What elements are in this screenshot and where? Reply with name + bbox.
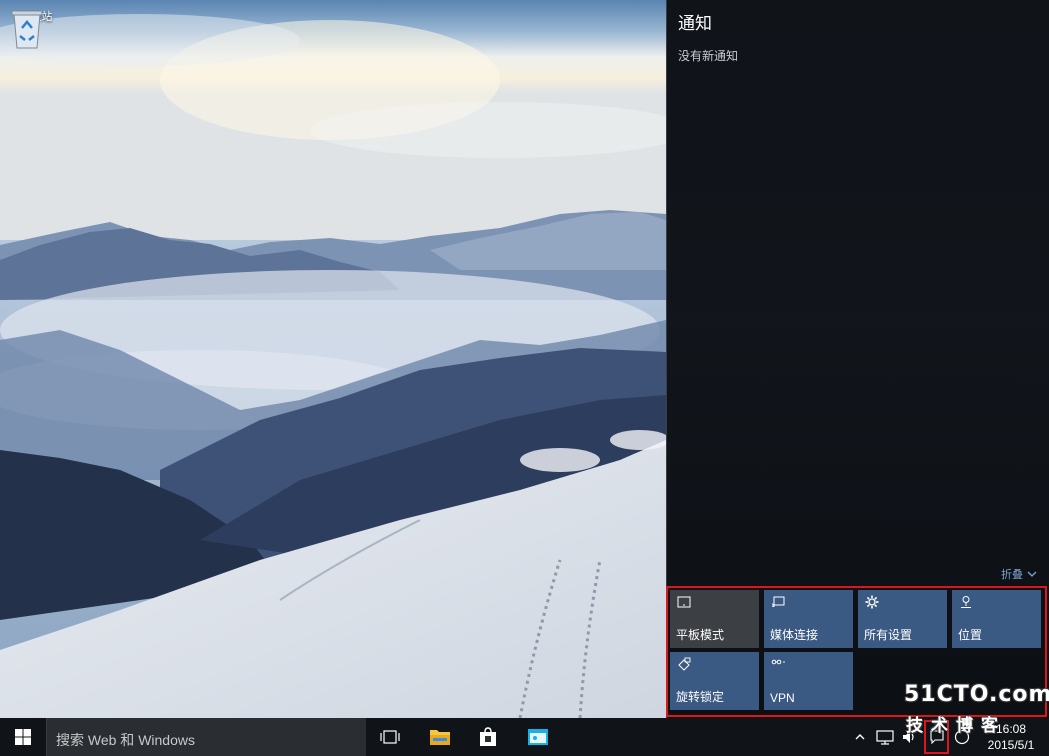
search-placeholder: 搜索 Web 和 Windows xyxy=(56,732,195,748)
mountain-landscape xyxy=(0,0,666,718)
chevron-up-icon xyxy=(855,734,865,740)
watermark-blog: 技术博客 xyxy=(906,716,1006,735)
network-icon xyxy=(876,730,894,745)
store-button[interactable] xyxy=(464,718,512,756)
store-bag-icon xyxy=(480,727,496,746)
windows-logo-icon xyxy=(15,729,31,745)
watermark-site: 51CTO.com xyxy=(904,682,1049,707)
folder-icon xyxy=(430,730,450,745)
search-box[interactable]: 搜索 Web 和 Windows xyxy=(46,718,366,756)
collapse-label: 折叠 xyxy=(1001,569,1023,581)
task-view-button[interactable] xyxy=(366,718,414,756)
no-notifications-message: 没有新通知 xyxy=(678,49,739,63)
action-center-title: 通知 xyxy=(678,14,712,33)
file-explorer-button[interactable] xyxy=(416,718,464,756)
app-window-icon xyxy=(528,729,548,745)
desktop-wallpaper: 回收站 xyxy=(0,0,666,718)
clock-date: 2015/5/1 xyxy=(987,738,1035,752)
chevron-down-icon xyxy=(1027,571,1037,577)
recycle-bin-icon xyxy=(11,10,43,49)
recycle-bin-shortcut[interactable]: 回收站 xyxy=(8,6,64,49)
collapse-quick-actions-button[interactable]: 折叠 xyxy=(1001,566,1037,582)
app-pinned-button[interactable] xyxy=(514,718,562,756)
show-hidden-icons-button[interactable] xyxy=(852,718,868,756)
network-tray-button[interactable] xyxy=(874,718,896,756)
task-view-icon xyxy=(380,730,400,744)
start-button[interactable] xyxy=(0,718,46,756)
taskbar: 搜索 Web 和 Windows 16:08 2015/5/1 xyxy=(0,718,1049,756)
